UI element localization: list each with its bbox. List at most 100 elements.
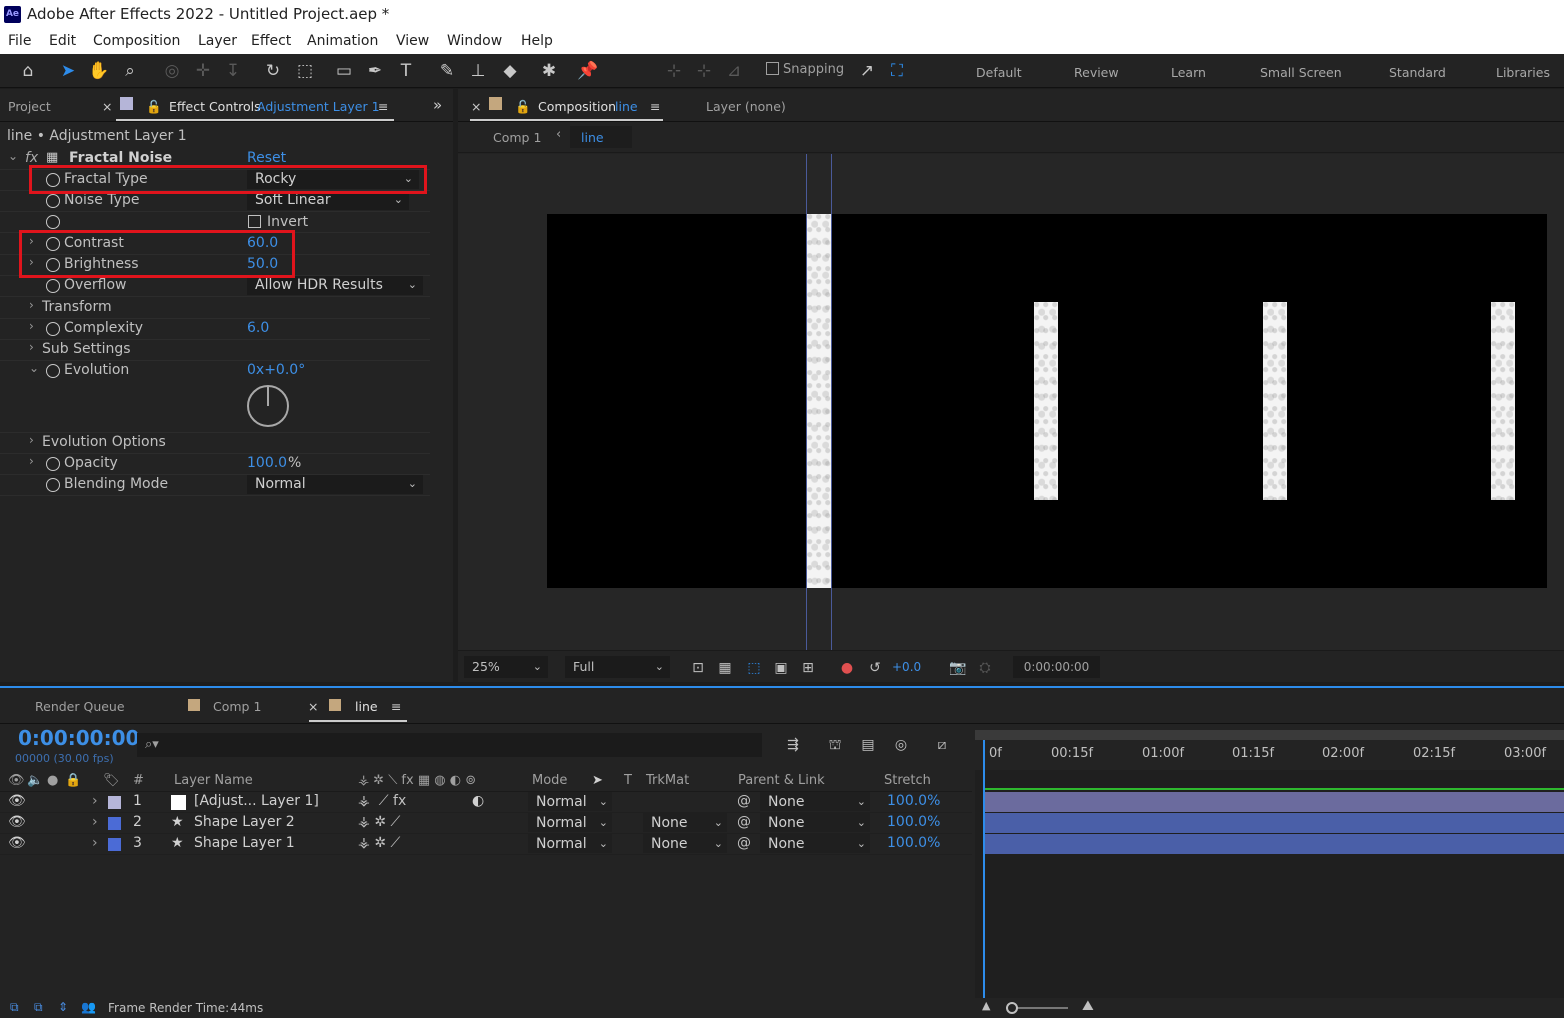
stretch-value[interactable]: 100.0%	[887, 793, 940, 809]
chevron-right-icon[interactable]: ›	[29, 298, 34, 312]
playhead[interactable]	[983, 740, 985, 998]
eye-icon[interactable]: 👁	[8, 814, 26, 830]
transparency-grid-icon[interactable]: ▦	[716, 659, 734, 677]
resolution-dropdown[interactable]: Full ⌄	[565, 656, 670, 678]
camera-snapshot-icon[interactable]: 📷	[949, 659, 967, 677]
snapping-toggle[interactable]: Snapping	[766, 62, 844, 77]
channels-icon[interactable]: ●	[838, 659, 856, 677]
layer-name[interactable]: Shape Layer 2	[194, 814, 295, 830]
nav-comp1[interactable]: Comp 1	[493, 130, 541, 145]
menu-animation[interactable]: Animation	[307, 33, 378, 49]
menu-window[interactable]: Window	[447, 33, 502, 49]
world-axis-icon[interactable]: ⊹	[692, 59, 716, 83]
panel-menu-icon[interactable]: ≡	[378, 99, 388, 114]
expand-panels-icon[interactable]: »	[433, 96, 442, 114]
pick-whip-icon[interactable]: @	[737, 835, 751, 851]
workspace-small-screen[interactable]: Small Screen	[1260, 65, 1342, 80]
workspace-standard[interactable]: Standard	[1389, 65, 1446, 80]
white-bar[interactable]	[1491, 302, 1515, 500]
col-layer-name[interactable]: Layer Name	[174, 773, 253, 788]
layer-duration-bar[interactable]	[984, 792, 1564, 812]
pick-whip-icon[interactable]: @	[737, 793, 751, 809]
view-axis-icon[interactable]: ⊿	[722, 59, 746, 83]
opacity-value[interactable]: 100.0	[247, 455, 287, 471]
chevron-right-icon[interactable]: ›	[92, 835, 98, 851]
effect-presets-icon[interactable]: ▦	[46, 150, 58, 165]
workspace-learn[interactable]: Learn	[1171, 65, 1206, 80]
toggle-timing-icon[interactable]: ⇕	[58, 1000, 68, 1014]
evolution-value[interactable]: 0x+0.0°	[247, 362, 305, 378]
chevron-right-icon[interactable]: ›	[29, 340, 34, 354]
stopwatch-icon[interactable]	[46, 364, 60, 378]
trkmat-dropdown[interactable]: None ⌄	[643, 813, 727, 832]
chevron-right-icon[interactable]: ›	[29, 454, 34, 468]
prop-label[interactable]: Evolution Options	[42, 434, 166, 450]
nav-line[interactable]: line	[570, 126, 632, 148]
toggle-switches-icon[interactable]: ⧉	[10, 1000, 19, 1015]
chevron-right-icon[interactable]: ›	[29, 319, 34, 333]
stopwatch-icon[interactable]	[46, 457, 60, 471]
layer-switches-icon[interactable]: ⚶ ✲ ⟋	[358, 814, 400, 830]
composition-canvas[interactable]	[547, 214, 1547, 588]
tab-effect-controls[interactable]: Effect Controls	[169, 99, 261, 114]
eye-icon[interactable]: 👁	[8, 793, 26, 809]
parent-dropdown[interactable]: None ⌄	[760, 813, 870, 832]
roto-brush-tool-icon[interactable]: ✱	[537, 59, 561, 83]
layer-name[interactable]: [Adjust... Layer 1]	[194, 793, 319, 809]
clone-stamp-tool-icon[interactable]: ⊥	[466, 59, 490, 83]
tab-composition-name[interactable]: line	[615, 99, 638, 114]
eraser-tool-icon[interactable]: ◆	[498, 59, 522, 83]
close-icon[interactable]: ×	[471, 99, 481, 114]
label-color-swatch[interactable]	[108, 838, 121, 851]
layer-name[interactable]: Shape Layer 1	[194, 835, 295, 851]
snap-to-edges-icon[interactable]: ↗	[855, 59, 879, 83]
menu-edit[interactable]: Edit	[49, 33, 76, 49]
viewer-timecode[interactable]: 0:00:00:00	[1013, 656, 1100, 678]
zoom-in-icon[interactable]: ⛰	[1082, 998, 1094, 1014]
menu-help[interactable]: Help	[521, 33, 553, 49]
canvas-area[interactable]	[458, 154, 1564, 650]
panel-menu-icon[interactable]: ≡	[391, 699, 401, 714]
mode-dropdown[interactable]: Normal ⌄	[528, 813, 612, 832]
work-area-bar[interactable]	[975, 730, 1564, 740]
parent-dropdown[interactable]: None ⌄	[760, 834, 870, 853]
tab-comp1[interactable]: Comp 1	[213, 699, 261, 714]
graph-editor-icon[interactable]: ⧄	[933, 736, 951, 754]
chevron-left-icon[interactable]: ‹	[556, 127, 561, 142]
pick-whip-icon[interactable]: @	[737, 814, 751, 830]
layer-switches-icon[interactable]: ⚶ ✲ ⟋	[358, 835, 400, 851]
workspace-libraries[interactable]: Libraries	[1496, 65, 1550, 80]
white-bar[interactable]	[1034, 302, 1058, 500]
blending-mode-dropdown[interactable]: Normal ⌄	[247, 475, 423, 494]
mode-dropdown[interactable]: Normal ⌄	[528, 834, 612, 853]
overflow-dropdown[interactable]: Allow HDR Results ⌄	[247, 276, 423, 295]
close-icon[interactable]: ×	[102, 99, 112, 114]
menu-view[interactable]: View	[396, 33, 429, 49]
layer-search-input[interactable]: ⌕▾	[137, 733, 762, 757]
reset-link[interactable]: Reset	[247, 150, 286, 166]
effect-name[interactable]: Fractal Noise	[69, 150, 172, 166]
snap-features-icon[interactable]: ⛶	[885, 59, 909, 83]
chevron-right-icon[interactable]: ›	[92, 814, 98, 830]
puppet-pin-tool-icon[interactable]: 📌	[576, 59, 600, 83]
tab-line[interactable]: line	[355, 699, 378, 714]
chevron-down-icon[interactable]: ⌄	[29, 361, 39, 375]
stopwatch-icon[interactable]	[46, 215, 60, 229]
lock-icon[interactable]: 🔓	[146, 99, 162, 115]
complexity-value[interactable]: 6.0	[247, 320, 269, 336]
pan-camera-icon[interactable]: ✛	[191, 59, 215, 83]
workspace-default[interactable]: Default	[976, 65, 1022, 80]
selection-tool-icon[interactable]: ➤	[56, 59, 80, 83]
reset-exposure-icon[interactable]: ↺	[866, 659, 884, 677]
comp-flowchart-icon[interactable]: ⇶	[784, 736, 802, 754]
label-color-swatch[interactable]	[108, 796, 121, 809]
tab-render-queue[interactable]: Render Queue	[35, 699, 125, 714]
white-bar[interactable]	[1263, 302, 1287, 500]
tab-project[interactable]: Project	[8, 99, 51, 114]
layer-duration-bar[interactable]	[984, 834, 1564, 854]
stretch-value[interactable]: 100.0%	[887, 835, 940, 851]
zoom-tool-icon[interactable]: ⌕	[118, 59, 142, 83]
eye-icon[interactable]: 👁	[8, 835, 26, 851]
menu-layer[interactable]: Layer	[198, 33, 237, 49]
motion-blur-icon[interactable]: ◎	[892, 736, 910, 754]
